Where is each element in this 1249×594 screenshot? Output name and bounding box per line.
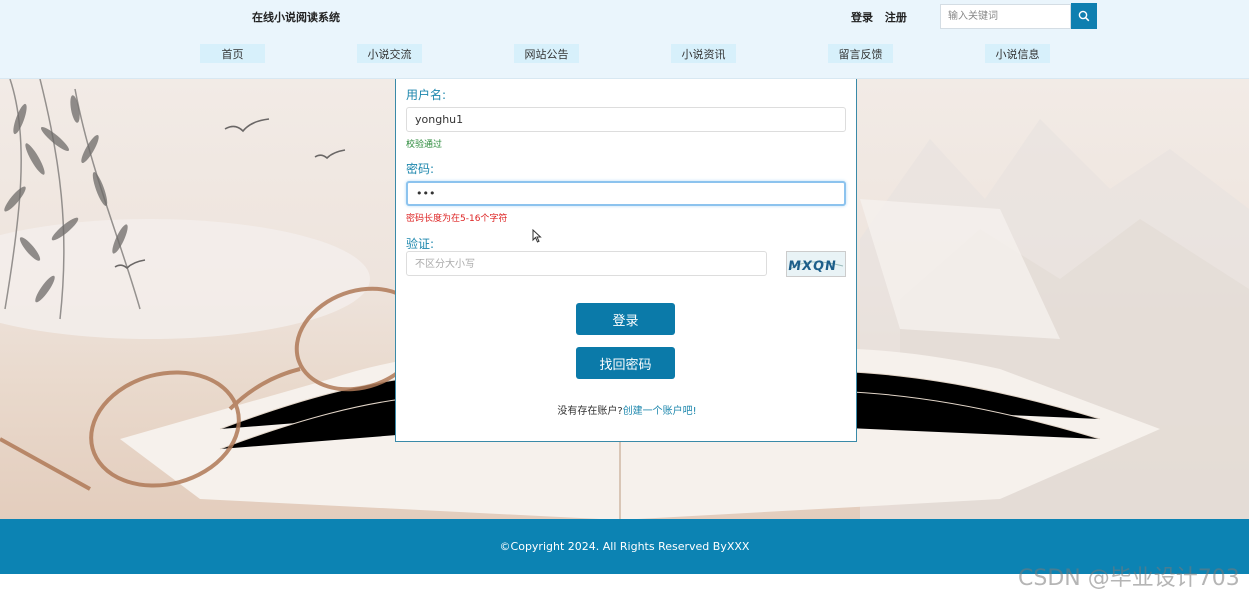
- site-title: 在线小说阅读系统: [252, 11, 340, 24]
- login-button[interactable]: 登录: [576, 303, 675, 335]
- nav-item-feedback[interactable]: 留言反馈: [828, 44, 893, 63]
- search-icon: [1078, 10, 1090, 22]
- username-hint: 校验通过: [406, 140, 443, 150]
- nav-item-novels[interactable]: 小说信息: [985, 44, 1050, 63]
- recover-password-button[interactable]: 找回密码: [576, 347, 675, 379]
- nav-item-announcement[interactable]: 网站公告: [514, 44, 579, 63]
- no-account-text: 没有存在账户?: [557, 406, 623, 417]
- username-label: 用户名:: [406, 88, 447, 102]
- register-link[interactable]: 注册: [885, 11, 907, 24]
- auth-links: 登录 注册: [851, 9, 915, 25]
- copyright-text: ©Copyright 2024. All Rights Reserved ByX…: [499, 540, 750, 553]
- login-panel: 用户名: 校验通过 密码: 密码长度为在5-16个字符 验证: MXQN 登录 …: [395, 79, 857, 442]
- top-header: 在线小说阅读系统 登录 注册 首页 小说交流 网站公告 小说资讯 留言反馈 小说…: [0, 0, 1249, 79]
- search-input[interactable]: [940, 4, 1071, 29]
- mouse-cursor-icon: [532, 229, 542, 243]
- password-hint: 密码长度为在5-16个字符: [406, 214, 508, 224]
- login-link[interactable]: 登录: [851, 11, 873, 24]
- password-label: 密码:: [406, 162, 435, 176]
- nav-item-home[interactable]: 首页: [200, 44, 265, 63]
- username-input[interactable]: [406, 107, 846, 132]
- nav-item-news[interactable]: 小说资讯: [671, 44, 736, 63]
- captcha-image[interactable]: MXQN: [786, 251, 846, 277]
- captcha-label: 验证:: [406, 237, 435, 251]
- captcha-text: MXQN: [787, 259, 838, 274]
- password-input[interactable]: [406, 181, 846, 206]
- captcha-input[interactable]: [406, 251, 767, 276]
- nav-item-forum[interactable]: 小说交流: [357, 44, 422, 63]
- register-prompt: 没有存在账户?创建一个账户吧!: [396, 402, 858, 417]
- create-account-link[interactable]: 创建一个账户吧!: [623, 406, 697, 417]
- watermark: CSDN @毕业设计703: [1018, 566, 1240, 591]
- search-button[interactable]: [1071, 3, 1097, 29]
